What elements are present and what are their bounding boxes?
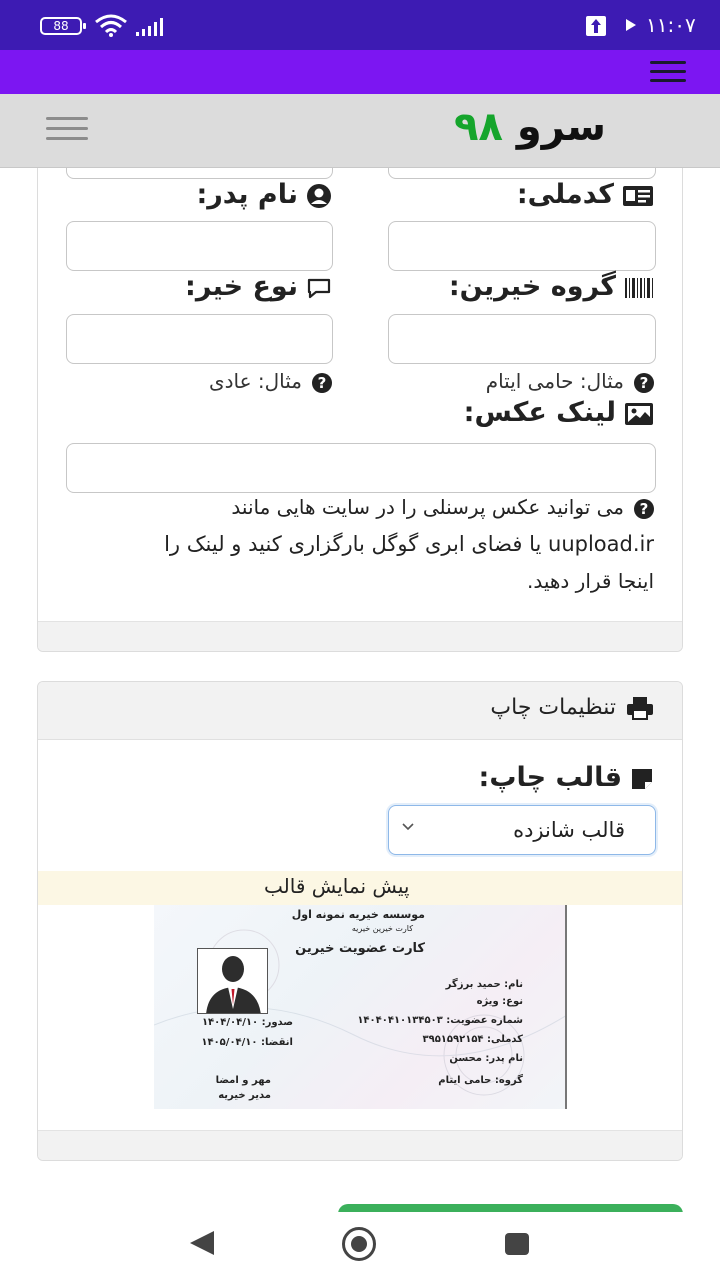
card-footer <box>38 621 682 651</box>
card-stamp-line2: مدیر خیریه <box>218 1090 271 1101</box>
comment-icon <box>307 278 331 298</box>
home-icon[interactable] <box>342 1227 376 1261</box>
card-national-code: کدملی: ۳۹۵۱۵۹۲۱۵۴ <box>422 1034 523 1045</box>
barcode-icon <box>625 277 653 298</box>
print-template-select[interactable]: قالب شانزده <box>388 805 656 855</box>
navbar-toggle-icon[interactable] <box>46 117 88 140</box>
card-expire: انقضا: ۱۴۰۵/۰۴/۱۰ <box>201 1037 293 1048</box>
donor-group-label: گروه خیرین: <box>449 271 654 302</box>
user-circle-icon <box>307 183 331 208</box>
print-settings-card: تنظیمات چاپ قالب چاپ: قالب شانزده پیش نم… <box>37 681 683 1161</box>
card-name: نام: حمید برزگر <box>445 979 523 990</box>
battery-level: 88 <box>53 19 69 33</box>
father-name-label: نام پدر: <box>196 179 332 210</box>
id-card-preview: موسسه خیریه نمونه اول کارت خیرین خیریه ک… <box>154 905 567 1109</box>
template-preview-bar: پیش نمایش قالب <box>38 871 682 905</box>
brand-logo[interactable]: سرو ۹۸ <box>454 104 606 150</box>
app-header-bar <box>0 50 720 94</box>
member-photo <box>197 948 268 1014</box>
template-preview-title: پیش نمایش قالب <box>264 874 410 898</box>
card-member-no: شماره عضویت: ۱۴۰۴۰۴۱۰۱۳۴۵۰۳ <box>357 1015 523 1026</box>
printer-icon <box>627 697 653 720</box>
back-icon[interactable] <box>190 1231 214 1255</box>
play-icon <box>626 19 636 31</box>
main-menu-icon[interactable] <box>650 61 686 83</box>
id-card-icon <box>623 185 653 206</box>
charity-type-input[interactable] <box>66 314 333 364</box>
upload-notification-icon <box>586 16 606 36</box>
photo-link-input[interactable] <box>66 443 656 493</box>
wifi-icon <box>95 14 127 37</box>
card-type: نوع: ویژه <box>476 996 523 1007</box>
card-issue: صدور: ۱۴۰۴/۰۴/۱۰ <box>201 1017 293 1028</box>
national-code-label: کدملی: <box>517 179 654 210</box>
question-circle-icon: ? <box>634 372 654 393</box>
card-org-name: موسسه خیریه نمونه اول <box>291 908 425 921</box>
card-org-sub: کارت خیرین خیریه <box>351 924 413 933</box>
donor-group-hint: ?مثال: حامی ایتام <box>486 369 654 393</box>
sticky-note-icon <box>632 768 652 789</box>
question-circle-icon: ? <box>312 372 332 393</box>
print-settings-header: تنظیمات چاپ <box>38 682 682 740</box>
avatar-icon <box>198 949 267 1013</box>
signal-icon <box>136 18 163 36</box>
card-group: گروه: حامی ایتام <box>438 1075 523 1086</box>
donor-group-input[interactable] <box>388 314 656 364</box>
donor-form-card: نام پدر: کدملی: نوع خیر: گروه خیرین: ?مث… <box>37 130 683 652</box>
recent-apps-icon[interactable] <box>505 1233 529 1255</box>
print-template-label: قالب چاپ: <box>479 762 654 793</box>
father-name-input[interactable] <box>66 221 333 271</box>
photo-link-label: لینک عکس: <box>464 397 654 428</box>
card-title: کارت عضویت خیرین <box>295 941 425 956</box>
charity-type-label: نوع خیر: <box>185 271 332 302</box>
status-bar: 88 ۱۱:۰۷ <box>0 0 720 50</box>
question-circle-icon: ? <box>634 498 654 519</box>
battery-icon: 88 <box>40 17 86 35</box>
site-navbar <box>0 94 720 168</box>
clock: ۱۱:۰۷ <box>646 13 696 37</box>
card-stamp-line1: مهر و امضا <box>215 1075 271 1086</box>
national-code-input[interactable] <box>388 221 656 271</box>
photo-help-text: ?می توانید عکس پرسنلی را در سایت هایی ما… <box>164 495 654 593</box>
chevron-down-icon <box>402 823 414 831</box>
brand-number: ۹۸ <box>454 104 503 150</box>
brand-word: سرو <box>516 104 606 150</box>
card-father: نام پدر: محسن <box>449 1053 523 1064</box>
image-icon <box>625 402 653 425</box>
print-settings-title: تنظیمات چاپ <box>490 695 654 720</box>
charity-type-hint: ?مثال: عادی <box>209 369 332 393</box>
print-template-value: قالب شانزده <box>513 818 625 842</box>
card-footer <box>38 1130 682 1160</box>
